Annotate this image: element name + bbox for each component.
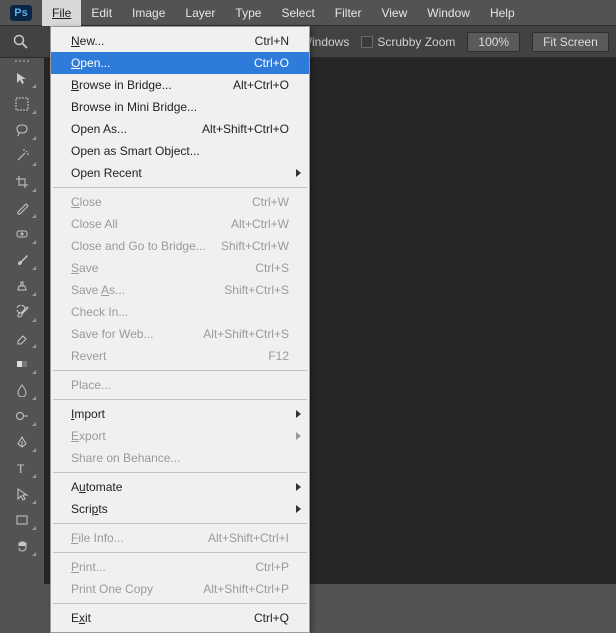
topbar: Ps File Edit Image Layer Type Select Fil… [0, 0, 616, 26]
menu-export: Export [51, 425, 309, 447]
menu-file[interactable]: File [42, 0, 81, 26]
menu-browse-mini-bridge[interactable]: Browse in Mini Bridge... [51, 96, 309, 118]
rectangle-tool[interactable] [6, 508, 38, 532]
menu-layer[interactable]: Layer [175, 0, 225, 26]
scrubby-zoom-label: Scrubby Zoom [377, 35, 455, 49]
menu-close-all: Close AllAlt+Ctrl+W [51, 213, 309, 235]
toolstrip-handle[interactable] [15, 60, 29, 62]
menu-edit[interactable]: Edit [81, 0, 122, 26]
blur-tool[interactable] [6, 378, 38, 402]
menu-save-as: Save As...Shift+Ctrl+S [51, 279, 309, 301]
menu-check-in: Check In... [51, 301, 309, 323]
clone-stamp-tool[interactable] [6, 274, 38, 298]
menu-help[interactable]: Help [480, 0, 525, 26]
menu-print-one-copy: Print One CopyAlt+Shift+Ctrl+P [51, 578, 309, 600]
history-brush-tool[interactable] [6, 300, 38, 324]
fit-screen-button[interactable]: Fit Screen [532, 32, 609, 52]
app-logo: Ps [0, 0, 42, 26]
separator [53, 187, 307, 188]
menu-place: Place... [51, 374, 309, 396]
chevron-right-icon [296, 432, 301, 440]
menu-window[interactable]: Window [417, 0, 480, 26]
menu-open[interactable]: Open...Ctrl+O [51, 52, 309, 74]
hand-tool[interactable] [6, 534, 38, 558]
menu-import[interactable]: Import [51, 403, 309, 425]
file-menu-dropdown: New...Ctrl+N Open...Ctrl+O Browse in Bri… [50, 26, 310, 633]
pen-tool[interactable] [6, 430, 38, 454]
toolstrip: T [2, 58, 42, 560]
healing-brush-tool[interactable] [6, 222, 38, 246]
menu-automate[interactable]: Automate [51, 476, 309, 498]
separator [53, 552, 307, 553]
separator [53, 603, 307, 604]
marquee-tool[interactable] [6, 92, 38, 116]
chevron-right-icon [296, 169, 301, 177]
scrubby-zoom-checkbox[interactable]: Scrubby Zoom [361, 35, 455, 49]
separator [53, 472, 307, 473]
chevron-right-icon [296, 483, 301, 491]
menu-open-smart-object[interactable]: Open as Smart Object... [51, 140, 309, 162]
menu-save: SaveCtrl+S [51, 257, 309, 279]
menu-new[interactable]: New...Ctrl+N [51, 30, 309, 52]
type-tool[interactable]: T [6, 456, 38, 480]
svg-text:T: T [17, 462, 25, 475]
menu-view[interactable]: View [371, 0, 417, 26]
dodge-tool[interactable] [6, 404, 38, 428]
menu-share-behance: Share on Behance... [51, 447, 309, 469]
zoom-tool-icon[interactable] [10, 31, 32, 53]
menu-open-recent[interactable]: Open Recent [51, 162, 309, 184]
menubar: File Edit Image Layer Type Select Filter… [42, 0, 525, 26]
menu-save-for-web: Save for Web...Alt+Shift+Ctrl+S [51, 323, 309, 345]
menu-print: Print...Ctrl+P [51, 556, 309, 578]
magic-wand-tool[interactable] [6, 144, 38, 168]
menu-open-as[interactable]: Open As...Alt+Shift+Ctrl+O [51, 118, 309, 140]
separator [53, 370, 307, 371]
lasso-tool[interactable] [6, 118, 38, 142]
menu-file-info: File Info...Alt+Shift+Ctrl+I [51, 527, 309, 549]
menu-browse-bridge[interactable]: Browse in Bridge...Alt+Ctrl+O [51, 74, 309, 96]
brush-tool[interactable] [6, 248, 38, 272]
eyedropper-tool[interactable] [6, 196, 38, 220]
menu-type[interactable]: Type [225, 0, 271, 26]
separator [53, 399, 307, 400]
menu-close: CloseCtrl+W [51, 191, 309, 213]
menu-select[interactable]: Select [271, 0, 324, 26]
menu-close-go-bridge: Close and Go to Bridge...Shift+Ctrl+W [51, 235, 309, 257]
chevron-right-icon [296, 505, 301, 513]
menu-exit[interactable]: ExitCtrl+Q [51, 607, 309, 629]
move-tool[interactable] [6, 66, 38, 90]
gradient-tool[interactable] [6, 352, 38, 376]
crop-tool[interactable] [6, 170, 38, 194]
zoom-100-button[interactable]: 100% [467, 32, 520, 52]
menu-filter[interactable]: Filter [325, 0, 372, 26]
path-selection-tool[interactable] [6, 482, 38, 506]
menu-scripts[interactable]: Scripts [51, 498, 309, 520]
chevron-right-icon [296, 410, 301, 418]
eraser-tool[interactable] [6, 326, 38, 350]
menu-revert: RevertF12 [51, 345, 309, 367]
menu-image[interactable]: Image [122, 0, 175, 26]
separator [53, 523, 307, 524]
